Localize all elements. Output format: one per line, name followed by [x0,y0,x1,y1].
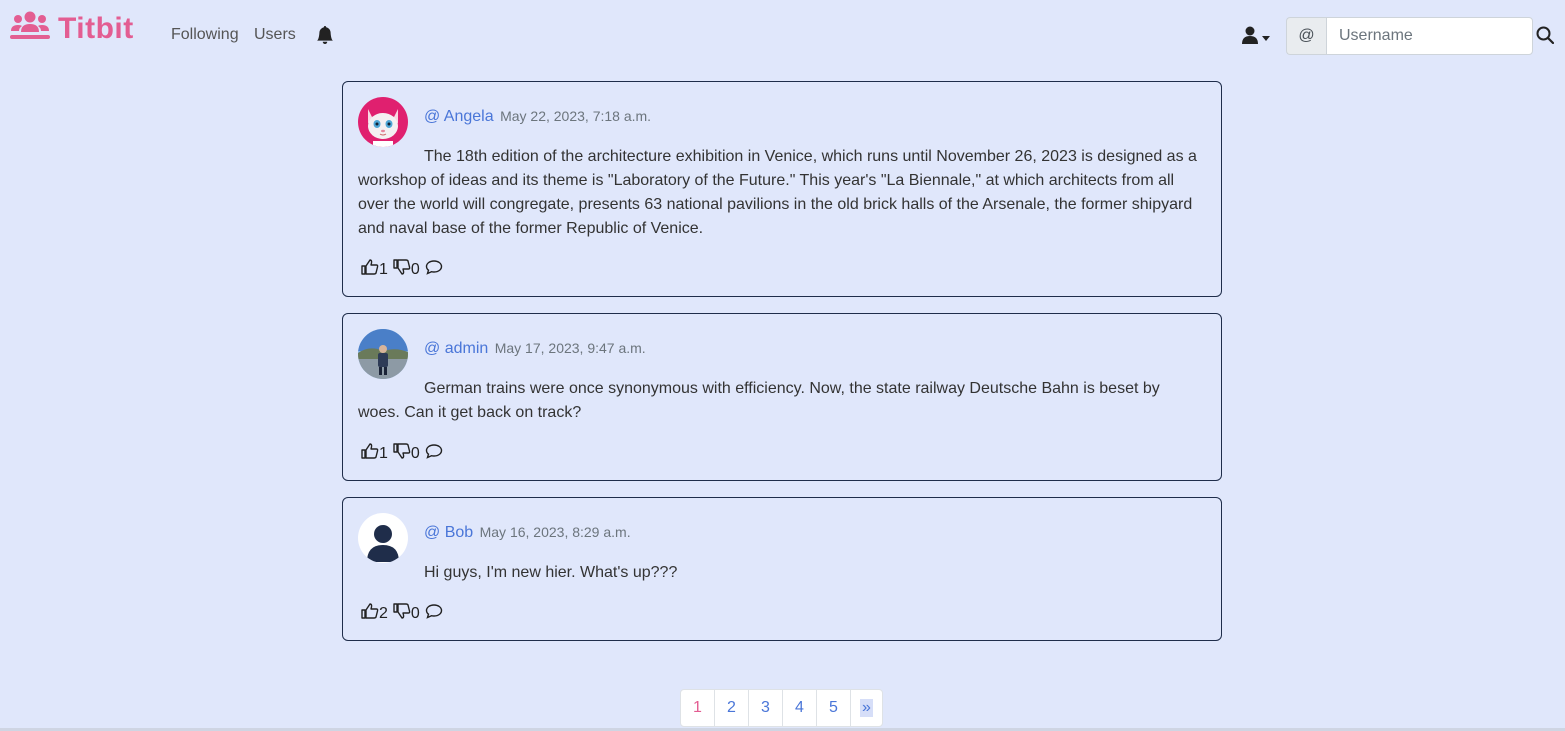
user-icon [1242,26,1258,49]
comment-button[interactable] [425,259,443,280]
post-timestamp: May 22, 2023, 7:18 a.m. [500,108,652,124]
post-username-link[interactable]: @ Bob [424,524,473,541]
post-card: @ Angela May 22, 2023, 7:18 a.m. The 18t… [342,81,1222,297]
dislike-count: 0 [410,604,420,622]
dislike-count: 0 [410,260,420,278]
comment-icon [425,443,443,464]
user-menu-dropdown[interactable] [1242,26,1270,49]
post-timestamp: May 17, 2023, 9:47 a.m. [494,340,646,356]
avatar[interactable] [358,513,408,563]
post-body-text: The 18th edition of the architecture exh… [358,148,1197,237]
top-navbar: Titbit Following Users @ [0,0,1565,70]
post-card: @ Bob May 16, 2023, 8:29 a.m. Hi guys, I… [342,497,1222,641]
avatar[interactable] [358,329,408,379]
like-count: 1 [379,260,388,278]
username-search-input[interactable] [1326,17,1533,55]
like-button[interactable]: 1 [361,259,390,280]
comment-icon [425,259,443,280]
post-header: @ Bob May 16, 2023, 8:29 a.m. [424,524,631,542]
comment-icon [425,603,443,624]
dislike-button[interactable]: 0 [393,603,422,624]
avatar[interactable] [358,97,408,147]
post-actions: 2 0 [361,603,443,624]
pagination: 1 2 3 4 5 » [680,689,883,727]
thumbs-up-icon [361,259,379,280]
page-4-link[interactable]: 4 [783,690,817,726]
dislike-button[interactable]: 0 [393,259,422,280]
comment-button[interactable] [425,603,443,624]
post-header: @ admin May 17, 2023, 9:47 a.m. [424,340,646,358]
notifications-bell-icon[interactable] [316,25,334,49]
brand-logo[interactable]: Titbit [10,10,134,47]
post-timestamp: May 16, 2023, 8:29 a.m. [479,524,631,540]
like-count: 2 [379,604,388,622]
post-username-link[interactable]: @ admin [424,340,488,357]
users-group-icon [10,10,50,47]
like-count: 1 [379,444,388,462]
thumbs-up-icon [361,603,379,624]
dislike-count: 0 [410,444,420,462]
post-actions: 1 0 [361,443,443,464]
page-5-link[interactable]: 5 [817,690,851,726]
at-prefix: @ [1286,17,1326,55]
user-search-group: @ [1286,17,1533,55]
post-card: @ admin May 17, 2023, 9:47 a.m. German t… [342,313,1222,481]
like-button[interactable]: 1 [361,443,390,464]
thumbs-down-icon [393,443,411,464]
dislike-button[interactable]: 0 [393,443,422,464]
next-page-label: » [860,699,873,717]
nav-users-link[interactable]: Users [254,26,296,44]
comment-button[interactable] [425,443,443,464]
page-3-link[interactable]: 3 [749,690,783,726]
post-actions: 1 0 [361,259,443,280]
post-body-text: Hi guys, I'm new hier. What's up??? [424,564,678,581]
page-2-link[interactable]: 2 [715,690,749,726]
thumbs-down-icon [393,259,411,280]
caret-down-icon [1262,29,1270,47]
thumbs-up-icon [361,443,379,464]
page-1-link[interactable]: 1 [681,690,715,726]
thumbs-down-icon [393,603,411,624]
nav-following-link[interactable]: Following [171,26,239,44]
post-username-link[interactable]: @ Angela [424,108,494,125]
next-page-link[interactable]: » [851,690,882,726]
brand-name: Titbit [58,11,134,45]
search-icon[interactable] [1536,26,1555,49]
post-body-text: German trains were once synonymous with … [358,380,1160,421]
like-button[interactable]: 2 [361,603,390,624]
post-header: @ Angela May 22, 2023, 7:18 a.m. [424,108,651,126]
